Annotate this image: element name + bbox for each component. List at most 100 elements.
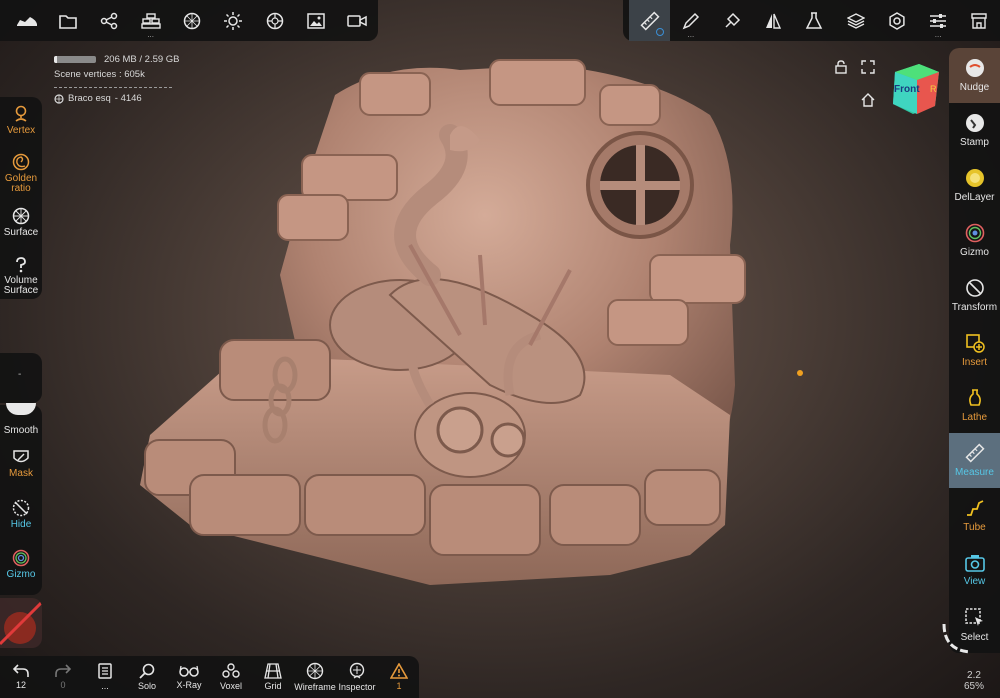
slot-dash: - xyxy=(18,369,22,380)
tool-dellayer-label: DelLayer xyxy=(954,192,995,203)
golden-ratio-icon xyxy=(0,153,42,171)
question-icon xyxy=(0,257,42,273)
flask-icon[interactable] xyxy=(794,0,835,41)
solo-button[interactable]: Solo xyxy=(126,656,168,698)
tool-insert[interactable]: Insert xyxy=(949,323,1000,378)
tool-transform[interactable]: Transform xyxy=(949,268,1000,323)
warnings-count: 1 xyxy=(396,681,402,691)
tool-nudge[interactable]: Nudge xyxy=(949,48,1000,103)
voxel-button[interactable]: Voxel xyxy=(210,656,252,698)
vertex-button[interactable]: Vertex xyxy=(0,105,42,136)
stack-icon[interactable]: ... xyxy=(130,0,171,41)
tool-view[interactable]: View xyxy=(949,543,1000,598)
tool-stamp[interactable]: Stamp xyxy=(949,103,1000,158)
undo-button[interactable]: 12 xyxy=(0,656,42,698)
wireframe-label: Wireframe xyxy=(294,682,336,692)
lock-icon[interactable] xyxy=(835,60,847,74)
volume-surface-label-2: Surface xyxy=(3,285,39,296)
pivot-point[interactable] xyxy=(797,370,803,376)
sliders-icon[interactable]: ... xyxy=(918,0,959,41)
ruler-icon[interactable] xyxy=(629,0,671,41)
inspector-button[interactable]: Inspector xyxy=(336,656,378,698)
glasses-icon xyxy=(179,665,199,677)
left-slot-panel[interactable]: - xyxy=(0,353,42,403)
surface-icon xyxy=(0,207,42,225)
left-tool-panel: Vertex Golden ratio Surface Volume Surfa… xyxy=(0,97,42,299)
xray-button[interactable]: X-Ray xyxy=(168,656,210,698)
tube-icon xyxy=(966,500,983,516)
tool-dellayer[interactable]: DelLayer xyxy=(949,158,1000,213)
shoe-icon[interactable] xyxy=(6,0,47,41)
panel-handle-icon[interactable] xyxy=(940,622,976,658)
environment-icon[interactable] xyxy=(254,0,295,41)
brush-icon[interactable]: ... xyxy=(670,0,711,41)
navigation-cube[interactable]: Front R xyxy=(889,58,941,116)
surface-button[interactable]: Surface xyxy=(0,207,42,238)
inspector-icon xyxy=(349,662,365,679)
grid-label: Grid xyxy=(264,681,282,691)
tool-gizmo[interactable]: Gizmo xyxy=(949,213,1000,268)
tool-lathe[interactable]: Lathe xyxy=(949,378,1000,433)
warnings-button[interactable]: 1 xyxy=(378,656,420,698)
gizmo-left-icon xyxy=(0,549,42,567)
tool-view-label: View xyxy=(963,576,986,587)
info-separator xyxy=(54,87,172,88)
hide-label: Hide xyxy=(10,519,32,530)
settings-badge-icon xyxy=(656,28,665,36)
tool-nudge-label: Nudge xyxy=(959,82,990,93)
transform-icon xyxy=(965,279,984,297)
hide-button[interactable]: Hide xyxy=(0,499,42,530)
image-icon[interactable] xyxy=(295,0,336,41)
scene-info: 206 MB / 2.59 GB Scene vertices : 605k B… xyxy=(54,53,180,105)
material-sphere-icon[interactable] xyxy=(171,0,212,41)
object-id: - 4146 xyxy=(114,93,142,104)
grid-icon xyxy=(264,663,282,679)
scene-vertices-value: 605k xyxy=(124,69,145,80)
paint-icon[interactable] xyxy=(711,0,752,41)
grid-button[interactable]: Grid xyxy=(252,656,294,698)
layers-icon[interactable] xyxy=(835,0,876,41)
memory-bar-fill xyxy=(54,56,58,63)
tool-measure[interactable]: Measure xyxy=(949,433,1000,488)
volume-surface-button[interactable]: Volume Surface xyxy=(0,257,42,296)
redo-button[interactable]: 0 xyxy=(42,656,84,698)
smooth-button[interactable]: Smooth xyxy=(0,426,42,436)
memory-bar xyxy=(54,56,96,63)
shop-icon[interactable] xyxy=(959,0,1000,41)
main-toolbar: ... xyxy=(0,0,378,41)
folder-icon[interactable] xyxy=(47,0,88,41)
dellayer-icon xyxy=(965,169,984,187)
measure-icon xyxy=(964,443,985,463)
symmetry-icon[interactable] xyxy=(753,0,794,41)
mask-icon xyxy=(0,448,42,466)
golden-ratio-button[interactable]: Golden ratio xyxy=(0,153,42,194)
solo-label: Solo xyxy=(137,681,156,691)
scene-vertices-label: Scene vertices : xyxy=(54,69,125,80)
tool-insert-label: Insert xyxy=(961,357,987,368)
search-icon xyxy=(139,663,155,679)
video-camera-icon[interactable] xyxy=(337,0,378,41)
hide-icon xyxy=(0,499,42,517)
mask-button[interactable]: Mask xyxy=(0,448,42,479)
tools-toolbar: ... ... xyxy=(623,0,1000,41)
wireframe-button[interactable]: Wireframe xyxy=(294,656,336,698)
brush-size-indicator[interactable] xyxy=(6,403,36,415)
gizmo-left-button[interactable]: Gizmo xyxy=(0,549,42,580)
light-icon[interactable] xyxy=(213,0,254,41)
fullscreen-icon[interactable] xyxy=(861,60,875,74)
layers-bottom-button[interactable]: ... xyxy=(84,656,126,698)
wireframe-icon xyxy=(306,662,324,680)
clay-model-render[interactable] xyxy=(130,55,770,665)
object-name[interactable]: Braco esq xyxy=(68,92,111,105)
home-icon[interactable] xyxy=(861,93,875,107)
material-slot[interactable] xyxy=(0,598,42,648)
object-icon xyxy=(54,93,64,104)
tool-tube[interactable]: Tube xyxy=(949,488,1000,543)
tool-lathe-label: Lathe xyxy=(961,412,988,423)
smooth-label: Smooth xyxy=(3,425,39,436)
settings-icon[interactable] xyxy=(876,0,917,41)
scene-graph-icon[interactable] xyxy=(89,0,130,41)
gizmo-icon xyxy=(965,223,984,243)
zoom-value: 2.2 xyxy=(967,670,981,681)
memory-text: 206 MB / 2.59 GB xyxy=(104,54,180,65)
